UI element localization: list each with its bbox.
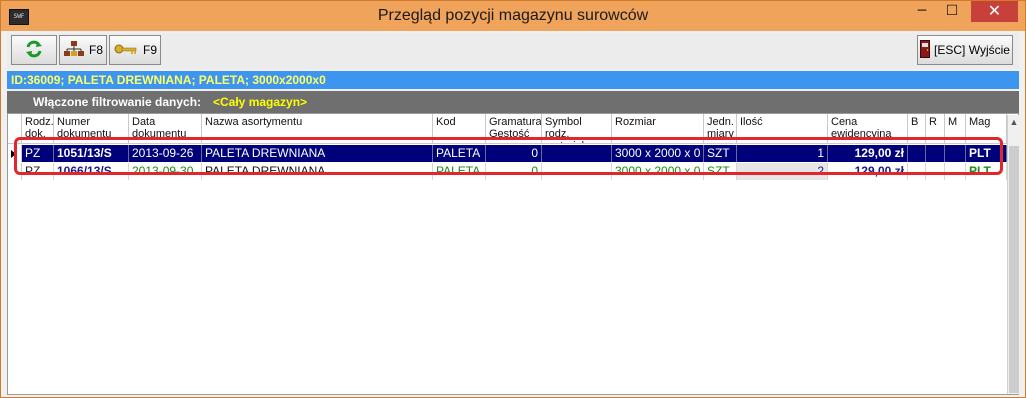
f9-button[interactable]: F9	[109, 35, 161, 65]
column-header-rozmiar[interactable]: Rozmiar	[612, 114, 704, 144]
maximize-button[interactable]: ☐	[937, 1, 967, 22]
column-header-mag[interactable]: Mag	[966, 114, 1007, 144]
row-indicator	[8, 145, 22, 162]
cell-numer[interactable]: 1051/13/S	[54, 145, 129, 162]
current-row-arrow-icon	[11, 150, 16, 158]
column-header-nazwa[interactable]: Nazwa asortymentu	[202, 114, 433, 144]
exit-button[interactable]: [ESC] Wyjście	[917, 35, 1013, 65]
hierarchy-icon	[63, 40, 85, 61]
column-header-numer[interactable]: Numer dokumentu	[54, 114, 129, 144]
cell-nazwa[interactable]: PALETA DREWNIANA	[202, 163, 433, 180]
vertical-scrollbar[interactable]: ▲	[1007, 115, 1020, 394]
main-window: SWF Przegląd pozycji magazynu surowców ─…	[0, 0, 1026, 398]
column-header-gramatura[interactable]: Gramatura/ Gęstość	[486, 114, 542, 144]
column-header-jedn[interactable]: Jedn. miary	[704, 114, 737, 144]
cell-r[interactable]	[926, 163, 945, 180]
cell-symbol[interactable]	[542, 145, 612, 162]
cell-symbol[interactable]	[542, 163, 612, 180]
close-button[interactable]: ✕	[971, 1, 1018, 22]
table-row[interactable]: PZ 1051/13/S 2013-09-26 PALETA DREWNIANA…	[8, 145, 1008, 162]
cell-rozmiar[interactable]: 3000 x 2000 x 0	[612, 145, 704, 162]
row-indicator	[8, 163, 22, 180]
exit-label: [ESC] Wyjście	[934, 43, 1010, 57]
filter-label: Włączone filtrowanie danych:	[33, 95, 202, 109]
cell-mag[interactable]: PLT	[966, 163, 1007, 180]
table-row[interactable]: PZ 1066/13/S 2013-09-30 PALETA DREWNIANA…	[8, 163, 1008, 180]
cell-rodz[interactable]: PZ	[22, 163, 54, 180]
scrollbar-thumb[interactable]	[1009, 146, 1019, 393]
cell-cena[interactable]: 129,00 zł	[828, 163, 908, 180]
cell-b[interactable]	[908, 145, 926, 162]
title-bar[interactable]: SWF Przegląd pozycji magazynu surowców ─…	[1, 1, 1025, 31]
cell-b[interactable]	[908, 163, 926, 180]
column-header-cena[interactable]: Cena ewidencyjna	[828, 114, 908, 144]
refresh-icon	[24, 39, 44, 62]
cell-jedn[interactable]: SZT	[704, 163, 737, 180]
filter-value[interactable]: <Cały magazyn>	[213, 91, 307, 113]
column-header-symbol[interactable]: Symbol rodz. materiału	[542, 114, 612, 144]
cell-gramatura[interactable]: 0	[486, 145, 542, 162]
column-header-kod[interactable]: Kod	[433, 114, 486, 144]
refresh-button[interactable]	[11, 35, 57, 65]
cell-rozmiar[interactable]: 3000 x 2000 x 0	[612, 163, 704, 180]
column-header-ilosc[interactable]: Ilość	[737, 114, 828, 144]
cell-gramatura[interactable]: 0	[486, 163, 542, 180]
f8-button[interactable]: F8	[59, 35, 107, 65]
cell-jedn[interactable]: SZT	[704, 145, 737, 162]
f8-label: F8	[88, 43, 103, 57]
minimize-button[interactable]: ─	[907, 1, 937, 22]
cell-data[interactable]: 2013-09-26	[129, 145, 202, 162]
column-header-m[interactable]: M	[945, 114, 966, 144]
column-header-r[interactable]: R	[926, 114, 945, 144]
window-title: Przegląd pozycji magazynu surowców	[377, 7, 649, 24]
cell-m[interactable]	[945, 163, 966, 180]
cell-nazwa[interactable]: PALETA DREWNIANA	[202, 145, 433, 162]
data-grid: Rodz. dok. Numer dokumentu Data dokument…	[7, 113, 1020, 395]
cell-r[interactable]	[926, 145, 945, 162]
cell-kod[interactable]: PALETA	[433, 145, 486, 162]
toolbar: F8 F9 [ESC] Wyjście	[7, 33, 1019, 69]
keys-icon	[113, 41, 139, 60]
cell-cena[interactable]: 129,00 zł	[828, 145, 908, 162]
cell-data[interactable]: 2013-09-30	[129, 163, 202, 180]
cell-kod[interactable]: PALETA	[433, 163, 486, 180]
cell-mag[interactable]: PLT	[966, 145, 1007, 162]
cell-ilosc[interactable]: 1	[737, 145, 828, 162]
column-header-b[interactable]: B	[908, 114, 926, 144]
exit-door-icon	[920, 39, 931, 61]
filter-bar: Włączone filtrowanie danych: <Cały magaz…	[7, 91, 1019, 113]
column-header-data[interactable]: Data dokumentu	[129, 114, 202, 144]
f9-label: F9	[142, 43, 157, 57]
cell-m[interactable]	[945, 145, 966, 162]
cell-rodz[interactable]: PZ	[22, 145, 54, 162]
row-indicator-header	[8, 114, 22, 144]
cell-ilosc[interactable]: 2	[737, 163, 828, 180]
column-header-rodz[interactable]: Rodz. dok.	[22, 114, 54, 144]
record-info-bar: ID:36009; PALETA DREWNIANA; PALETA; 3000…	[7, 71, 1019, 89]
scroll-up-arrow-icon[interactable]: ▲	[1008, 117, 1020, 127]
cell-numer[interactable]: 1066/13/S	[54, 163, 129, 180]
